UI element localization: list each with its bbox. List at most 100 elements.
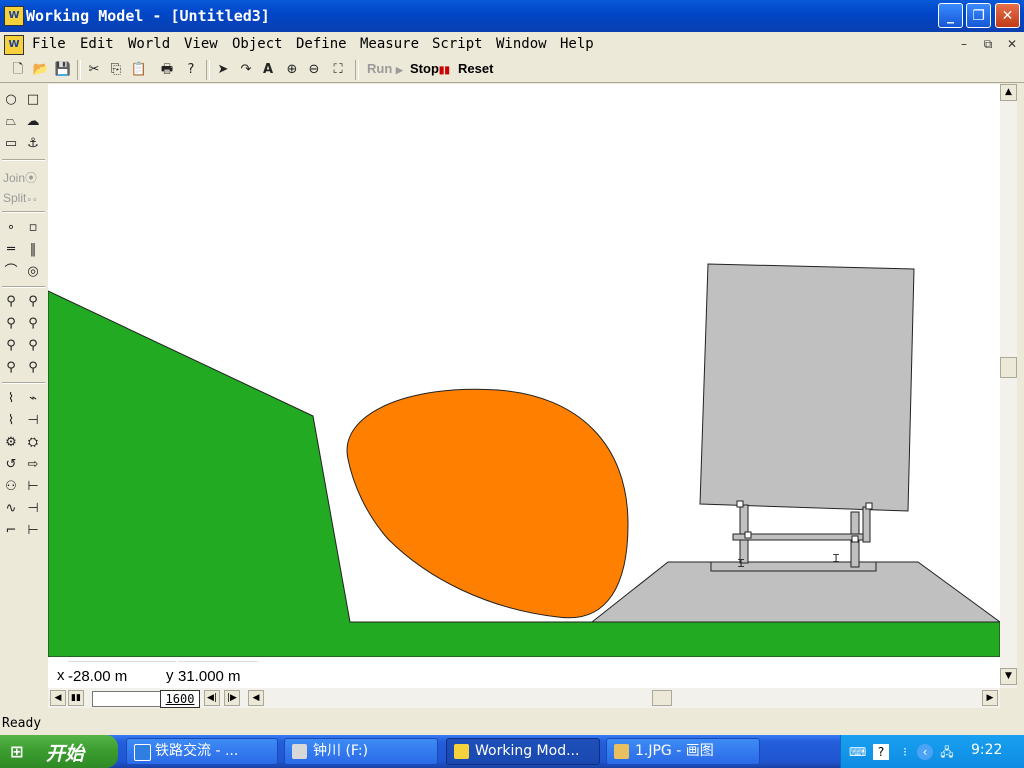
menu-object[interactable]: Object (232, 36, 283, 52)
frame-counter[interactable]: 1600 (160, 690, 200, 708)
pin-joint-icon[interactable]: ⚲ (1, 292, 21, 312)
copy-icon[interactable]: ⎘ (106, 60, 126, 79)
torque-icon[interactable]: ↺ (1, 455, 21, 475)
slot-joint-icon[interactable]: ⚲ (1, 314, 21, 334)
scroll-right-icon[interactable]: ▶ (982, 690, 998, 706)
anchor-icon[interactable]: ⚓ (23, 134, 43, 154)
task-item[interactable]: 铁路交流 - ... (126, 738, 278, 765)
force-icon[interactable]: ⇨ (23, 455, 43, 475)
print-icon[interactable]: 🖶 (157, 60, 177, 79)
split-button[interactable]: Split∘∘ (3, 191, 38, 205)
suspension-frame[interactable]: Ɪ Ɪ (710, 500, 877, 572)
paste-icon[interactable]: 📋 (129, 60, 149, 79)
scroll-down-icon[interactable]: ▼ (1000, 668, 1017, 685)
motor-joint-icon[interactable]: ⚲ (1, 358, 21, 378)
close-icon[interactable]: ✕ (995, 3, 1020, 28)
menu-world[interactable]: World (128, 36, 170, 52)
scroll-left-icon[interactable]: ◀ (248, 690, 264, 706)
menu-file[interactable]: File (32, 36, 66, 52)
joint-point[interactable] (851, 535, 859, 543)
network-icon[interactable]: 🖧 (939, 744, 955, 760)
rotate-icon[interactable]: ↷ (236, 60, 256, 79)
y-coord-field[interactable]: 31.000 m (178, 661, 258, 688)
zoom-out-icon[interactable]: ⊖ (304, 60, 324, 79)
vertical-slot-icon[interactable]: ‖ (23, 240, 43, 260)
cut-icon[interactable]: ✂ (84, 60, 104, 79)
join-button[interactable]: Join⦿ (3, 169, 37, 186)
joint-point[interactable] (744, 531, 752, 539)
menu-window[interactable]: Window (496, 36, 547, 52)
zoom-in-icon[interactable]: ⊕ (282, 60, 302, 79)
square-point-tool-icon[interactable]: ▫ (23, 218, 43, 238)
spring-icon[interactable]: ⌁ (23, 389, 43, 409)
actuator-icon[interactable]: ⊢ (23, 477, 43, 497)
line-icon[interactable]: ⊢ (23, 521, 43, 541)
vertical-scroll-thumb[interactable] (1000, 357, 1017, 378)
gray-box[interactable] (699, 263, 915, 512)
separator-icon[interactable]: ⌐ (1, 521, 21, 541)
keyed-slot-joint-icon[interactable]: ⚲ (23, 314, 43, 334)
curved-slot-joint-icon[interactable]: ⚲ (1, 336, 21, 356)
actuator-marker-icon[interactable]: Ɪ (738, 557, 744, 570)
rope-icon[interactable]: ⌇ (1, 411, 21, 431)
minimize-icon[interactable]: _ (938, 3, 963, 28)
maximize-icon[interactable]: ❐ (966, 3, 991, 28)
task-item[interactable]: 1.JPG - 画图 (606, 738, 760, 765)
menu-measure[interactable]: Measure (360, 36, 419, 52)
document-icon[interactable]: W (4, 35, 24, 55)
motor-icon[interactable]: ⚇ (1, 477, 21, 497)
rotational-damper-icon[interactable]: ⊣ (23, 499, 43, 519)
x-coord-field[interactable]: -28.00 m (68, 661, 176, 688)
step-back-icon[interactable]: ◀| (204, 690, 220, 706)
orange-body[interactable] (346, 388, 629, 619)
doc-restore-icon[interactable]: ⧉ (980, 36, 996, 52)
square-tool-icon[interactable]: ▭ (1, 134, 21, 154)
curved-slot-icon[interactable]: ⌒ (1, 262, 21, 282)
start-button[interactable]: ⊞ 开始 (0, 735, 118, 768)
rod-icon[interactable]: ⌇ (1, 389, 21, 409)
expand-tray-icon[interactable]: ‹ (917, 744, 933, 760)
text-icon[interactable]: A (258, 60, 278, 79)
rotational-spring-icon[interactable]: ∿ (1, 499, 21, 519)
point-tool-icon[interactable]: ∘ (1, 218, 21, 238)
polygon-tool-icon[interactable]: ⏢ (1, 112, 21, 132)
vertical-scrollbar[interactable]: ▲ ▼ (1000, 84, 1017, 688)
menu-script[interactable]: Script (432, 36, 483, 52)
task-item-active[interactable]: Working Mod... (446, 738, 600, 765)
pause-tape-icon[interactable]: ▮▮ (68, 690, 84, 706)
tape-back-icon[interactable]: ◀ (50, 690, 66, 706)
doc-close-icon[interactable]: ✕ (1004, 36, 1020, 52)
tape-slider[interactable] (92, 691, 162, 707)
horizontal-scroll-thumb[interactable] (652, 690, 672, 706)
menu-view[interactable]: View (184, 36, 218, 52)
wm-app-icon[interactable]: W (4, 6, 24, 26)
keyed-slot-icon[interactable]: ◎ (23, 262, 43, 282)
reset-button[interactable]: Reset (458, 61, 493, 76)
step-forward-icon[interactable]: |▶ (224, 690, 240, 706)
run-button[interactable]: Run ▶ (367, 61, 403, 76)
curved-body-tool-icon[interactable]: ☁ (23, 112, 43, 132)
keyed-curved-joint-icon[interactable]: ⚲ (23, 336, 43, 356)
keyboard-icon[interactable]: ⌨ (849, 744, 866, 760)
menu-help[interactable]: Help (560, 36, 594, 52)
doc-minimize-icon[interactable]: – (956, 36, 972, 52)
help-icon[interactable]: ? (181, 60, 201, 79)
damper-icon[interactable]: ⊣ (23, 411, 43, 431)
circle-tool-icon[interactable]: ○ (1, 90, 21, 110)
zoom-fit-icon[interactable]: ⛶ (328, 60, 348, 79)
gear-icon[interactable]: ⚙ (1, 433, 21, 453)
horizontal-slot-icon[interactable]: ═ (1, 240, 21, 260)
actuator-marker-icon[interactable]: Ɪ (833, 552, 839, 565)
menu-edit[interactable]: Edit (80, 36, 114, 52)
right-post[interactable] (862, 506, 871, 543)
title-bar[interactable]: W Working Model - [Untitled3] _ ❐ ✕ (0, 0, 1024, 32)
new-icon[interactable]: 🗋 (8, 60, 28, 79)
crossbar[interactable] (732, 533, 870, 541)
spring-joint-icon[interactable]: ⚲ (23, 358, 43, 378)
simulation-canvas[interactable]: Ɪ Ɪ (48, 84, 1000, 657)
pointer-icon[interactable]: ➤ (213, 60, 233, 79)
rigid-joint-icon[interactable]: ⚲ (23, 292, 43, 312)
help-tray-icon[interactable]: ? (873, 744, 889, 760)
joint-point[interactable] (736, 500, 744, 508)
pulley-icon[interactable]: ⛭ (23, 433, 43, 453)
